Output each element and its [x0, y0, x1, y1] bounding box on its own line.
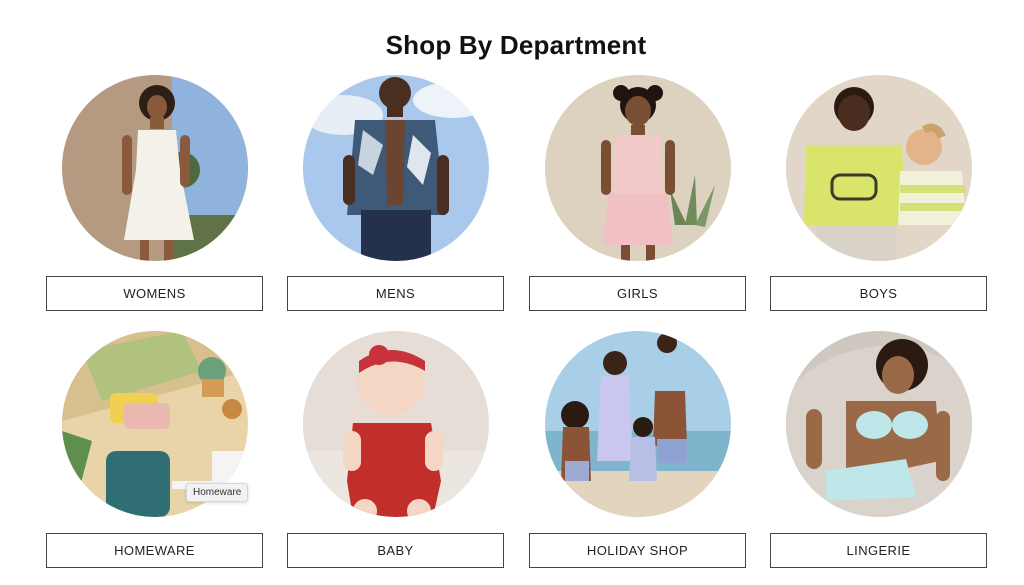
baby-image[interactable]	[303, 331, 489, 517]
baby-button[interactable]: BABY	[287, 533, 504, 568]
homeware-tooltip: Homeware	[186, 483, 249, 502]
department-grid: WOMENS MENS GIRLS BOYS HOMEWARE BABY HOL…	[0, 0, 1024, 585]
girls-image[interactable]	[545, 75, 731, 261]
holiday-shop-image[interactable]	[545, 331, 731, 517]
mens-button[interactable]: MENS	[287, 276, 504, 311]
womens-button[interactable]: WOMENS	[46, 276, 263, 311]
homeware-button[interactable]: HOMEWARE	[46, 533, 263, 568]
boys-button[interactable]: BOYS	[770, 276, 987, 311]
lingerie-button[interactable]: LINGERIE	[770, 533, 987, 568]
lingerie-image[interactable]	[786, 331, 972, 517]
mens-image[interactable]	[303, 75, 489, 261]
boys-image[interactable]	[786, 75, 972, 261]
womens-image[interactable]	[62, 75, 248, 261]
girls-button[interactable]: GIRLS	[529, 276, 746, 311]
holiday-shop-button[interactable]: HOLIDAY SHOP	[529, 533, 746, 568]
